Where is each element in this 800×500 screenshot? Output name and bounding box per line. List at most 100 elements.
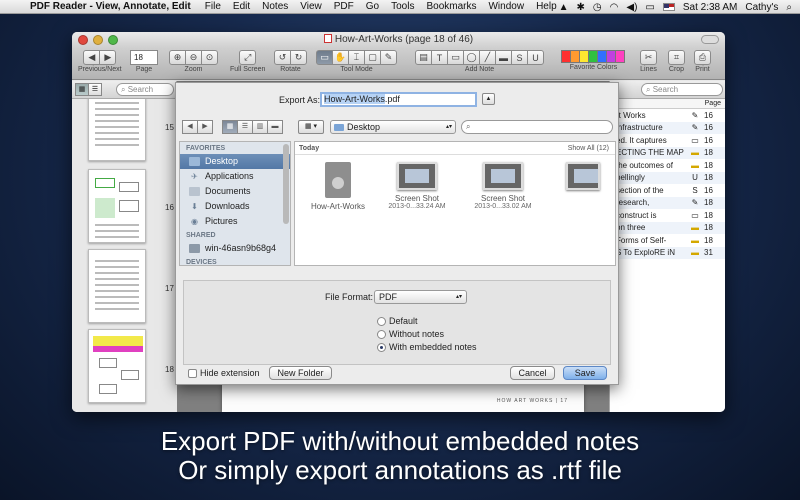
lines-icon[interactable]: ✂ [640,50,657,65]
thumbnail-view-icon[interactable]: ▦ [75,83,89,96]
rect-select-icon[interactable]: ▢ [364,50,381,65]
sidebar-scrollbar[interactable] [283,144,289,224]
note-row[interactable]: ed. It captures ▭ 16 [610,134,725,147]
file-item[interactable] [553,162,613,194]
option-without-notes[interactable]: Without notes [377,328,444,340]
icon-view-icon[interactable]: ▦ [222,120,238,134]
sidebar-item-applications[interactable]: ✈ Applications [180,169,290,184]
note-row[interactable]: ECTING THE MAP ▬ 18 [610,146,725,159]
note-row[interactable]: construct is ▭ 18 [610,209,725,222]
page-thumbnail-16[interactable] [88,169,146,243]
line-note-icon[interactable]: ╱ [479,50,496,65]
dialog-search-input[interactable]: ⌕ [461,120,613,134]
strikeout-icon[interactable]: S [511,50,528,65]
option-with-embedded-notes[interactable]: With embedded notes [377,341,477,353]
zoom-in-icon[interactable]: ⊕ [169,50,186,65]
radio-with-embedded-notes[interactable] [377,342,386,352]
text-note-icon[interactable]: T [431,50,448,65]
list-view-icon[interactable]: ☰ [237,120,253,134]
note-row[interactable]: Forms of Self- ▬ 18 [610,234,725,247]
underline-icon[interactable]: U [527,50,544,65]
full-screen-icon[interactable]: ⤢ [239,50,257,65]
print-icon[interactable]: ⎙ [694,50,711,65]
notes-search-input[interactable]: ⌕ Search [641,83,723,96]
notes-column-header[interactable]: Page [610,99,725,109]
clock[interactable]: Sat 2:38 AM [683,2,737,13]
radio-without-notes[interactable] [377,329,386,339]
note-row[interactable]: on three ▬ 18 [610,221,725,234]
menu-help[interactable]: Help [536,1,557,12]
volume-icon[interactable]: ◀) [626,2,637,13]
outline-view-icon[interactable]: ☰ [88,83,102,96]
save-button[interactable]: Save [563,366,607,380]
menu-go[interactable]: Go [366,1,379,12]
crop-icon[interactable]: ⌗ [668,50,685,65]
coverflow-view-icon[interactable]: ▬ [267,120,283,134]
file-item[interactable]: How-Art-Works [299,162,377,211]
show-all-link[interactable]: Show All (12) [568,142,609,155]
thumbnail-list[interactable]: 15 16 17 18 [72,99,177,412]
input-flag-icon[interactable] [662,3,675,11]
forward-icon[interactable]: ▶ [197,120,213,134]
note-row[interactable]: section of the S 16 [610,184,725,197]
hand-tool-icon[interactable]: ✋ [332,50,349,65]
timemachine-icon[interactable]: ◷ [593,2,602,13]
toolbar-toggle-button[interactable] [701,35,719,44]
minimize-button[interactable] [93,35,103,45]
menu-tools[interactable]: Tools [391,1,414,12]
bluetooth-icon[interactable]: ✱ [577,2,585,13]
cancel-button[interactable]: Cancel [510,366,555,380]
export-filename-input[interactable]: How-Art-Works.pdf [320,92,477,107]
checkbox[interactable] [188,368,197,378]
note-row[interactable]: rt Works ✎ 16 [610,109,725,122]
sidebar-item-shared-computer[interactable]: win-46asn9b68g4 [180,241,290,256]
battery-icon[interactable]: ▭ [645,2,654,13]
expand-dialog-button[interactable]: ▲ [482,93,495,105]
note-icon[interactable]: ▤ [415,50,432,65]
note-row[interactable]: S To ExploRE iN ▬ 31 [610,246,725,259]
file-item[interactable]: Screen Shot 2013-0...33.24 AM [378,162,456,210]
column-view-icon[interactable]: ▥ [252,120,268,134]
zoom-fit-icon[interactable]: ⊙ [201,50,218,65]
rotate-left-icon[interactable]: ↺ [274,50,291,65]
menu-notes[interactable]: Notes [262,1,288,12]
select-tool-icon[interactable]: ▭ [316,50,333,65]
option-default[interactable]: Default [377,315,418,327]
previous-page-button[interactable]: ◀ [83,50,101,65]
wifi-icon[interactable]: ◠ [610,2,619,13]
spotlight-icon[interactable]: ⌕ [786,2,792,13]
next-page-button[interactable]: ▶ [99,50,117,65]
location-popup[interactable]: Desktop ▴▾ [330,120,456,134]
sidebar-item-downloads[interactable]: ⬇ Downloads [180,199,290,214]
note-row[interactable]: infrastructure ✎ 16 [610,121,725,134]
menu-bookmarks[interactable]: Bookmarks [426,1,476,12]
ellipse-note-icon[interactable]: ◯ [463,50,480,65]
page-thumbnail-15[interactable] [88,99,146,161]
color-swatch-pink[interactable] [615,50,625,63]
text-select-icon[interactable]: ⌶ [348,50,365,65]
radio-default[interactable] [377,316,386,326]
menu-file[interactable]: File [205,1,221,12]
close-button[interactable] [78,35,88,45]
rotate-right-icon[interactable]: ↻ [290,50,307,65]
note-row[interactable]: the outcomes of ▬ 18 [610,159,725,172]
status-menu-icon[interactable]: ▲ [559,2,569,13]
page-thumbnail-17[interactable] [88,249,146,323]
menu-pdf[interactable]: PDF [334,1,354,12]
menu-view[interactable]: View [300,1,322,12]
menu-edit[interactable]: Edit [233,1,250,12]
file-format-select[interactable]: PDF ▴▾ [374,290,467,304]
hide-extension-checkbox[interactable]: Hide extension [188,368,260,378]
file-item[interactable]: Screen Shot 2013-0...33.02 AM [464,162,542,210]
sidebar-item-desktop[interactable]: Desktop [180,154,290,169]
note-row[interactable]: pellingly U 18 [610,171,725,184]
new-folder-button[interactable]: New Folder [269,366,332,380]
back-icon[interactable]: ◀ [182,120,198,134]
sidebar-item-pictures[interactable]: ◉ Pictures [180,214,290,229]
rect-note-icon[interactable]: ▭ [447,50,464,65]
zoom-button[interactable] [108,35,118,45]
sidebar-search-input[interactable]: ⌕ Search [116,83,174,96]
menu-window[interactable]: Window [488,1,524,12]
arrange-menu-icon[interactable]: ▦ ▾ [298,120,324,134]
app-menu[interactable]: PDF Reader - View, Annotate, Edit [30,1,191,12]
